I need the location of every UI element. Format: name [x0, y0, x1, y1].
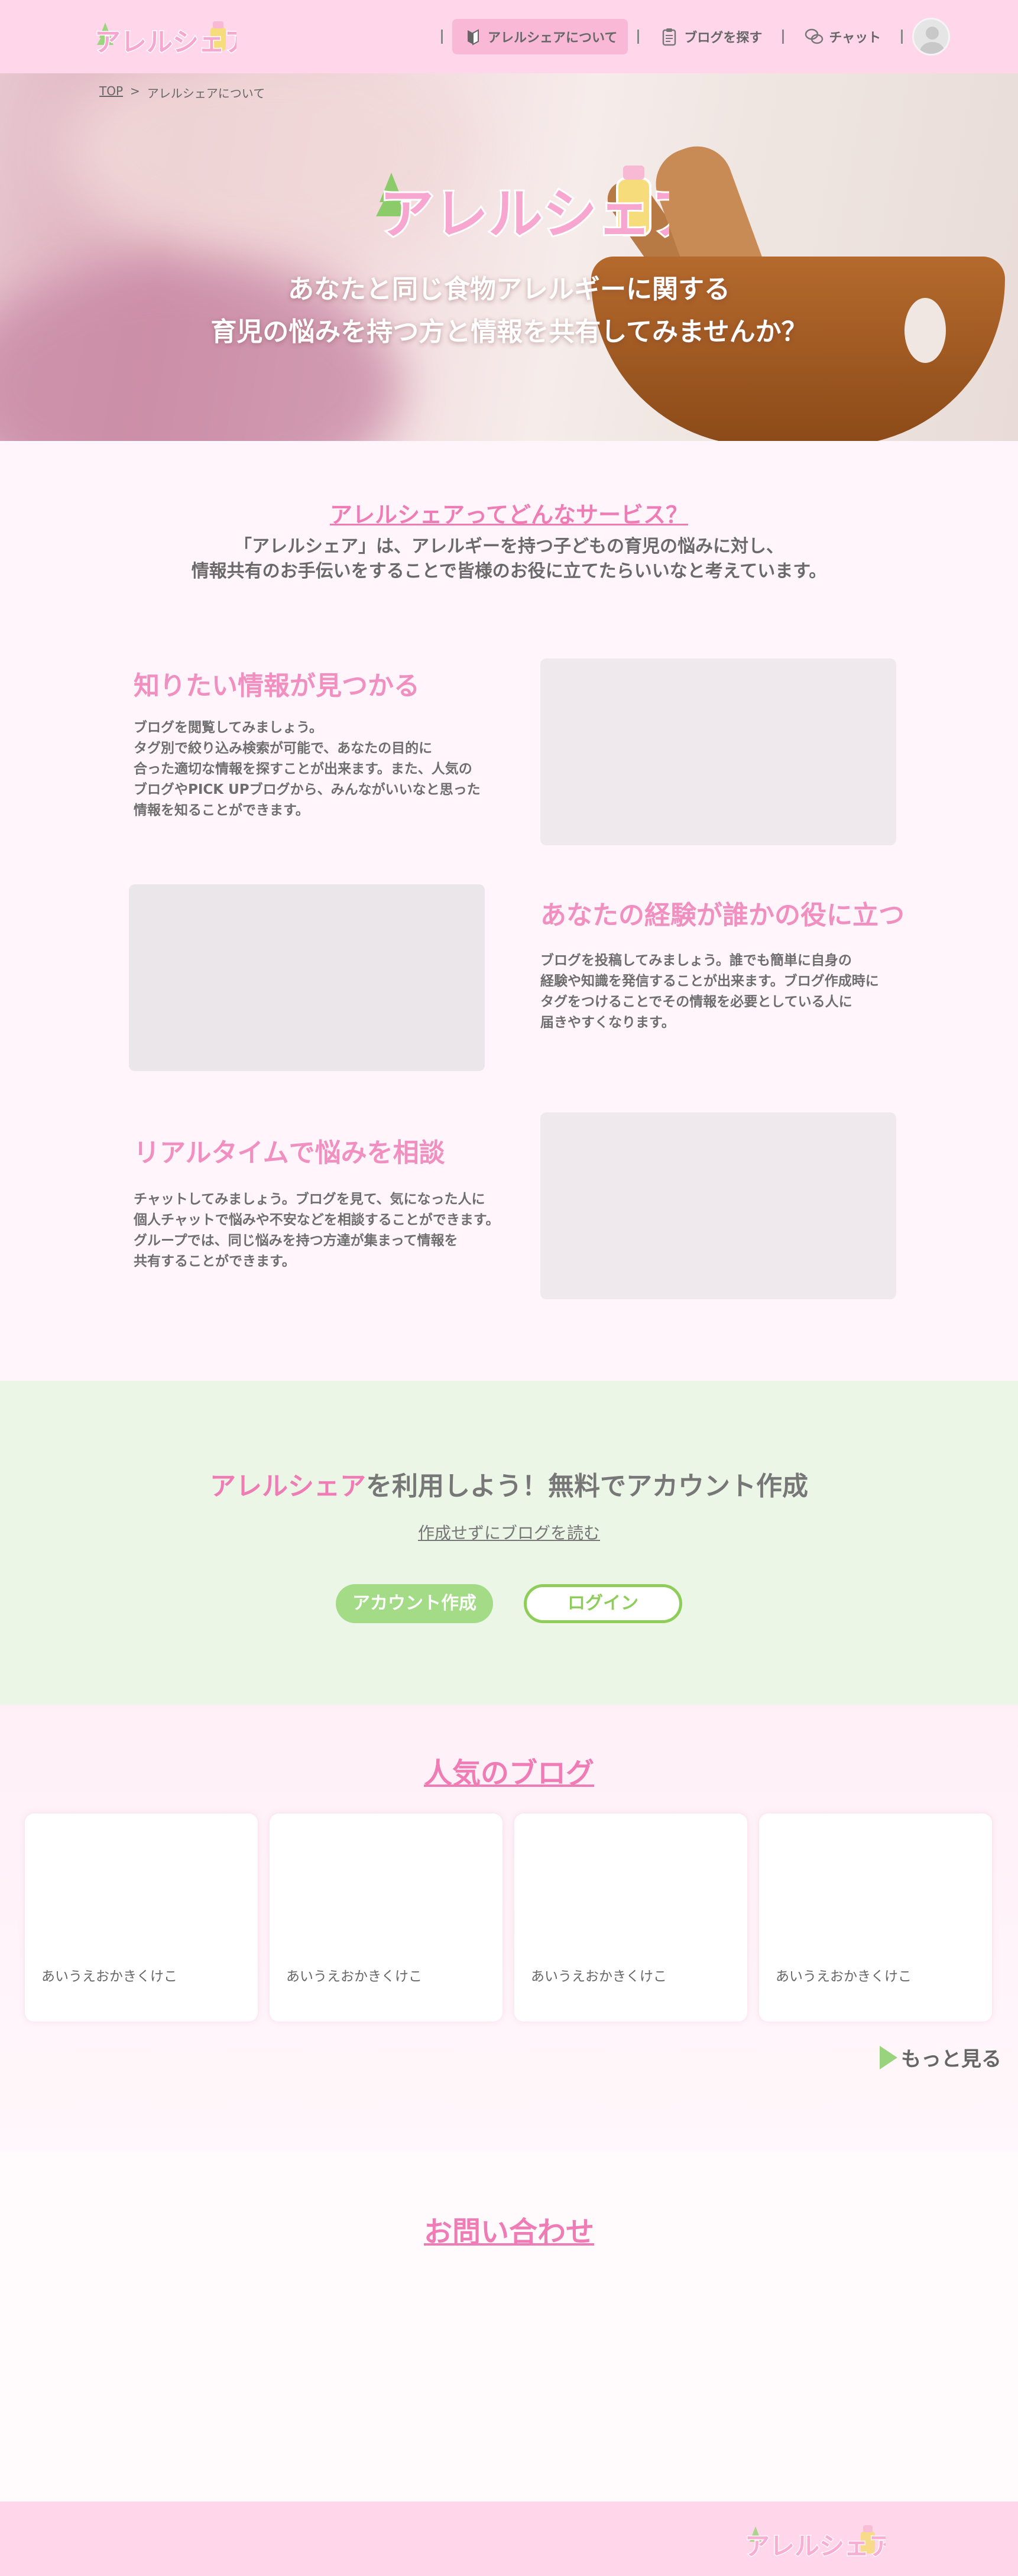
nav-divider — [441, 30, 443, 44]
cta-title-brand: アレルシェア — [210, 1471, 366, 1501]
footer-logo[interactable]: アレルシェア — [740, 2518, 886, 2563]
blog-card-title: あいうえおかきくけこ — [286, 1969, 422, 1984]
blog-card-title: あいうえおかきくけこ — [531, 1969, 667, 1984]
site-logo[interactable]: アレルシェア — [89, 14, 236, 59]
svg-text:アレルシェア: アレルシェア — [95, 27, 236, 57]
feature-body-find: ブログを閲覧してみましょう。 タグ別で絞り込み検索が可能で、あなたの目的に 合っ… — [134, 718, 481, 821]
cta-title-rest: を利用しよう！無料でアカウント作成 — [366, 1471, 808, 1501]
login-button[interactable]: ログイン — [524, 1584, 682, 1623]
popular-blogs-title: 人気のブログ — [423, 1757, 594, 1790]
about-description: 「アレルシェア」は、アレルギーを持つ子どもの育児の悩みに対し、 情報共有のお手伝… — [0, 534, 1018, 584]
blog-card[interactable]: あいうえおかきくけこ — [759, 1813, 992, 2022]
feature-image-consult — [540, 1112, 896, 1299]
feature-line: ブログやPICK UPブログから、みんながいいなと思った — [134, 782, 481, 797]
feature-body-consult: チャットしてみましょう。ブログを見て、気になった人に 個人チャットで悩みや不安な… — [134, 1189, 499, 1272]
feature-line: 合った適切な情報を探すことが出来ます。また、人気の — [134, 761, 472, 777]
site-header: アレルシェア アレルシェアについて ブログを探す チャット — [0, 0, 1018, 73]
breadcrumb-home-link[interactable]: TOP — [99, 84, 123, 101]
see-more-label: もっと見る — [901, 2048, 1001, 2071]
feature-line: 届きやすくなります。 — [540, 1015, 675, 1030]
blog-card-title: あいうえおかきくけこ — [41, 1969, 177, 1984]
main-nav: アレルシェアについて ブログを探す チャット — [432, 18, 951, 56]
feature-body-share: ブログを投稿してみましょう。誰でも簡単に自身の 経験や知識を発信することが出来ま… — [540, 950, 879, 1033]
feature-line: タグ別で絞り込み検索が可能で、あなたの目的に — [134, 741, 433, 756]
site-footer: アレルシェア — [0, 2502, 1018, 2576]
nav-item-label: アレルシェアについて — [488, 31, 618, 46]
feature-line: ブログを投稿してみましょう。誰でも簡単に自身の — [540, 953, 852, 968]
hero-banner — [0, 73, 1018, 441]
chat-bubbles-icon — [805, 28, 824, 44]
breadcrumb-separator: > — [130, 84, 140, 98]
nav-item-about[interactable]: アレルシェアについて — [452, 19, 628, 54]
hero-logo: アレルシェア — [376, 166, 669, 248]
feature-line: 個人チャットで悩みや不安などを相談することができます。 — [134, 1212, 500, 1228]
feature-title-share: あなたの経験が誰かの役に立つ — [540, 900, 904, 930]
feature-title-find: 知りたい情報が見つかる — [134, 671, 420, 701]
blog-card-title: あいうえおかきくけこ — [776, 1969, 912, 1984]
nav-divider — [782, 30, 784, 44]
beginner-icon — [468, 29, 479, 46]
feature-line: 経験や知識を発信することが出来ます。ブログ作成時に — [540, 974, 879, 989]
blog-card[interactable]: あいうえおかきくけこ — [25, 1813, 258, 2022]
breadcrumb-current: アレルシェアについて — [147, 86, 265, 100]
feature-line: ブログを閲覧してみましょう。 — [134, 720, 323, 735]
nav-item-chat[interactable]: チャット — [793, 19, 891, 54]
cta-title: アレルシェアを利用しよう！無料でアカウント作成 — [0, 1465, 1018, 1503]
about-desc-line1: 「アレルシェア」は、アレルギーを持つ子どもの育児の悩みに対し、 — [234, 536, 784, 557]
create-account-button[interactable]: アカウント作成 — [336, 1584, 493, 1623]
hero-tagline-line2: 育児の悩みを持つ方と情報を共有してみませんか？ — [210, 317, 808, 347]
feature-line: チャットしてみましょう。ブログを見て、気になった人に — [134, 1192, 485, 1207]
feature-line: グループでは、同じ悩みを持つ方達が集まって情報を — [134, 1233, 458, 1248]
feature-image-find — [540, 658, 896, 845]
nav-item-label: チャット — [829, 31, 881, 46]
hero-tagline: あなたと同じ食物アレルギーに関する 育児の悩みを持つ方と情報を共有してみませんか… — [0, 268, 1018, 353]
nav-divider — [637, 30, 640, 44]
about-desc-line2: 情報共有のお手伝いをすることで皆様のお役に立てたらいいなと考えています。 — [191, 561, 827, 582]
breadcrumb: TOP > アレルシェアについて — [99, 84, 265, 101]
nav-item-blog-search[interactable]: ブログを探す — [649, 19, 773, 54]
svg-text:アレルシェア: アレルシェア — [745, 2532, 886, 2561]
contact-section — [0, 2152, 1018, 2502]
user-avatar-icon[interactable] — [912, 18, 951, 56]
clipboard-icon — [663, 28, 676, 46]
feature-title-consult: リアルタイムで悩みを相談 — [134, 1138, 445, 1168]
see-more-link[interactable]: もっと見る — [880, 2043, 1001, 2072]
feature-line: 情報を知ることができます。 — [134, 803, 309, 818]
blog-card[interactable]: あいうえおかきくけこ — [514, 1813, 747, 2022]
hero-tagline-line1: あなたと同じ食物アレルギーに関する — [288, 274, 730, 304]
read-without-account-link[interactable]: 作成せずにブログを読む — [0, 1520, 1018, 1544]
contact-title: お問い合わせ — [423, 2215, 594, 2249]
nav-item-label: ブログを探す — [684, 31, 763, 46]
avatar-body — [920, 42, 945, 54]
play-triangle-icon — [880, 2045, 897, 2069]
feature-line: タグをつけることでその情報を必要としている人に — [540, 994, 852, 1010]
feature-line: 共有することができます。 — [134, 1254, 296, 1269]
svg-text:アレルシェア: アレルシェア — [380, 183, 669, 246]
nav-divider — [901, 30, 903, 44]
avatar-head — [926, 27, 939, 40]
about-title: アレルシェアってどんなサービス？ — [329, 502, 689, 528]
blog-card[interactable]: あいうえおかきくけこ — [270, 1813, 502, 2022]
feature-image-share — [129, 884, 485, 1071]
